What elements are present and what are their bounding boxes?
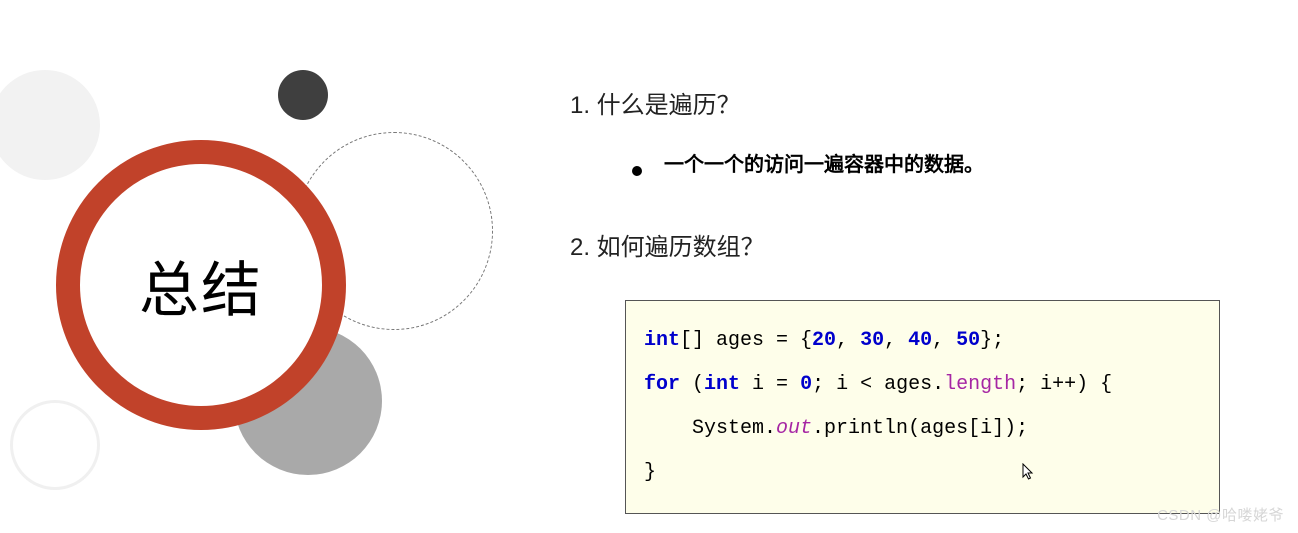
code-text: [] ages = { bbox=[680, 329, 812, 352]
code-keyword-int: int bbox=[704, 373, 740, 396]
code-number: 0 bbox=[800, 373, 812, 396]
code-number: 30 bbox=[860, 329, 884, 352]
code-text: .println(ages[i]); bbox=[812, 417, 1028, 440]
code-text: ; i++) { bbox=[1016, 373, 1112, 396]
code-text: System. bbox=[644, 417, 776, 440]
code-text: ( bbox=[692, 373, 704, 396]
code-number: 50 bbox=[956, 329, 980, 352]
question-1-bullet: 一个一个的访问一遍容器中的数据。 bbox=[632, 148, 1230, 177]
bg-circle-light-top bbox=[0, 70, 100, 180]
code-number: 20 bbox=[812, 329, 836, 352]
question-2-heading: 2. 如何遍历数组？ bbox=[570, 227, 1230, 262]
bg-circle-dark-small bbox=[278, 70, 328, 120]
code-text: } bbox=[644, 461, 656, 484]
code-field-out: out bbox=[776, 417, 812, 440]
code-text: , bbox=[932, 329, 956, 352]
mouse-cursor-icon bbox=[1022, 463, 1036, 486]
title-circle: 总结 bbox=[56, 140, 346, 430]
title-text: 总结 bbox=[139, 242, 263, 329]
question-1-heading: 1. 什么是遍历？ bbox=[570, 85, 1230, 120]
code-text: , bbox=[884, 329, 908, 352]
question-1-answer: 一个一个的访问一遍容器中的数据。 bbox=[664, 148, 984, 177]
bg-circle-outline-bottom bbox=[10, 400, 100, 490]
bullet-dot-icon bbox=[632, 166, 642, 176]
code-text: ; i < ages. bbox=[812, 373, 944, 396]
watermark: CSDN @哈喽姥爷 bbox=[1157, 504, 1284, 525]
code-number: 40 bbox=[908, 329, 932, 352]
code-keyword-for: for bbox=[644, 373, 692, 396]
code-text: }; bbox=[980, 329, 1004, 352]
code-example: int[] ages = {20, 30, 40, 50}; for (int … bbox=[625, 300, 1220, 514]
code-text: i = bbox=[740, 373, 800, 396]
code-text: , bbox=[836, 329, 860, 352]
code-keyword-int: int bbox=[644, 329, 680, 352]
code-field-length: length bbox=[944, 373, 1016, 396]
